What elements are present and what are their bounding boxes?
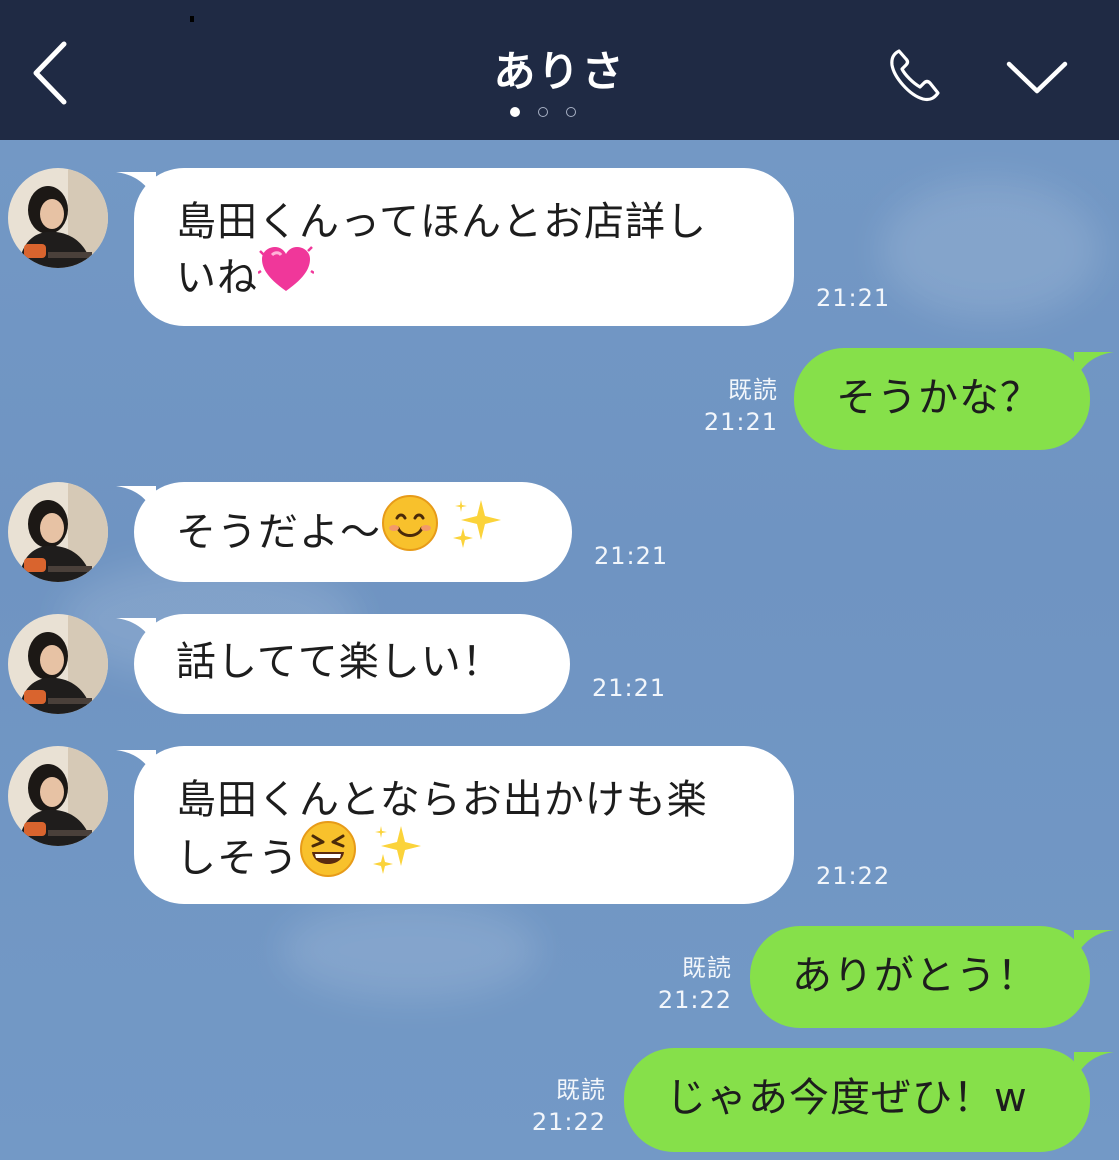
sparkles-emoji (449, 494, 507, 567)
page-dot-2 (538, 107, 548, 117)
bubble-tail (1074, 930, 1114, 960)
read-label: 既読 (728, 376, 778, 404)
read-label: 既読 (556, 1076, 606, 1104)
message-text: そうかな？ (836, 375, 1041, 421)
page-indicator (510, 104, 610, 120)
message-time: 21:22 (531, 1108, 606, 1136)
call-button[interactable] (880, 40, 950, 110)
outgoing-message[interactable]: じゃあ今度ぜひ！w (624, 1048, 1090, 1152)
message-time: 21:21 (816, 284, 891, 312)
message-text: ありがとう！ (792, 953, 1038, 999)
smiling-face-emoji (381, 494, 439, 567)
status-bar-mark (190, 16, 194, 22)
message-text-line2: いね (176, 245, 752, 310)
incoming-message[interactable]: 島田くんとならお出かけも楽 しそう (134, 746, 794, 904)
page-dot-3 (566, 107, 576, 117)
incoming-message[interactable]: 話してて楽しい！ (134, 614, 570, 714)
message-time: 21:22 (657, 986, 732, 1014)
incoming-message[interactable]: そうだよ〜 (134, 482, 572, 582)
outgoing-message[interactable]: ありがとう！ (750, 926, 1090, 1028)
read-status: 既読 21:21 (700, 374, 778, 438)
growing-heart-emoji (257, 243, 315, 310)
cloud-decoration (280, 900, 540, 1000)
message-time: 21:21 (594, 542, 669, 570)
chat-header: ありさ (0, 0, 1119, 140)
page-dot-1 (510, 107, 520, 117)
bubble-tail (1074, 352, 1114, 382)
message-text: そうだよ〜 (176, 509, 381, 556)
contact-avatar[interactable] (8, 482, 108, 582)
menu-toggle-button[interactable] (1000, 48, 1074, 108)
read-label: 既読 (682, 954, 732, 982)
contact-avatar[interactable] (8, 168, 108, 268)
contact-avatar[interactable] (8, 746, 108, 846)
message-text: じゃあ今度ぜひ！w (666, 1075, 1028, 1121)
message-text-line2: しそう (176, 821, 752, 893)
read-status: 既読 21:22 (654, 952, 732, 1016)
grinning-squinting-face-emoji (299, 820, 357, 893)
cloud-decoration (880, 180, 1100, 320)
message-text: 島田くんとならお出かけも楽 (176, 777, 708, 823)
phone-icon (890, 49, 940, 102)
sparkles-emoji (369, 820, 427, 893)
contact-avatar[interactable] (8, 614, 108, 714)
message-time: 21:22 (816, 862, 891, 890)
chevron-down-icon (1006, 61, 1068, 94)
message-text: 話してて楽しい！ (176, 639, 503, 685)
message-time: 21:21 (703, 408, 778, 436)
incoming-message[interactable]: 島田くんってほんとお店詳し いね (134, 168, 794, 326)
bubble-tail (1074, 1052, 1114, 1082)
outgoing-message[interactable]: そうかな？ (794, 348, 1090, 450)
read-status: 既読 21:22 (528, 1074, 606, 1138)
message-time: 21:21 (592, 674, 667, 702)
chat-title: ありさ (493, 47, 626, 96)
